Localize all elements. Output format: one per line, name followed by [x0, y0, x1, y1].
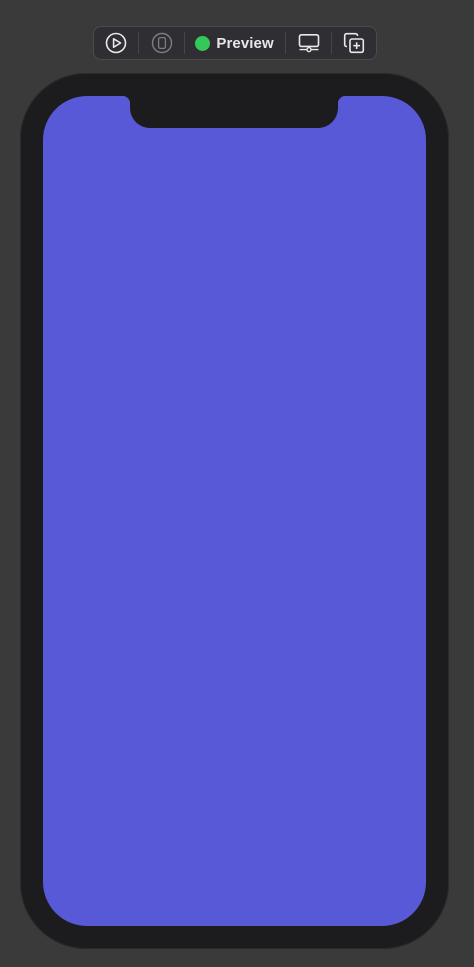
canvas: Preview: [0, 0, 474, 967]
duplicate-add-icon: [342, 31, 366, 55]
play-circle-icon: [105, 32, 127, 54]
device-icon: [151, 32, 173, 54]
preview-mode-button[interactable]: Preview: [185, 27, 284, 59]
duplicate-preview-button[interactable]: [332, 27, 376, 59]
preview-toolbar: Preview: [93, 26, 377, 60]
status-dot: [195, 35, 211, 51]
device-settings-button[interactable]: [286, 27, 332, 59]
device-button[interactable]: [139, 27, 185, 59]
live-preview-button[interactable]: [94, 27, 138, 59]
preview-label: Preview: [216, 34, 274, 52]
device-notch: [122, 96, 346, 128]
device-frame: [20, 73, 449, 949]
device-screen[interactable]: [43, 96, 426, 926]
display-settings-icon: [297, 32, 321, 54]
